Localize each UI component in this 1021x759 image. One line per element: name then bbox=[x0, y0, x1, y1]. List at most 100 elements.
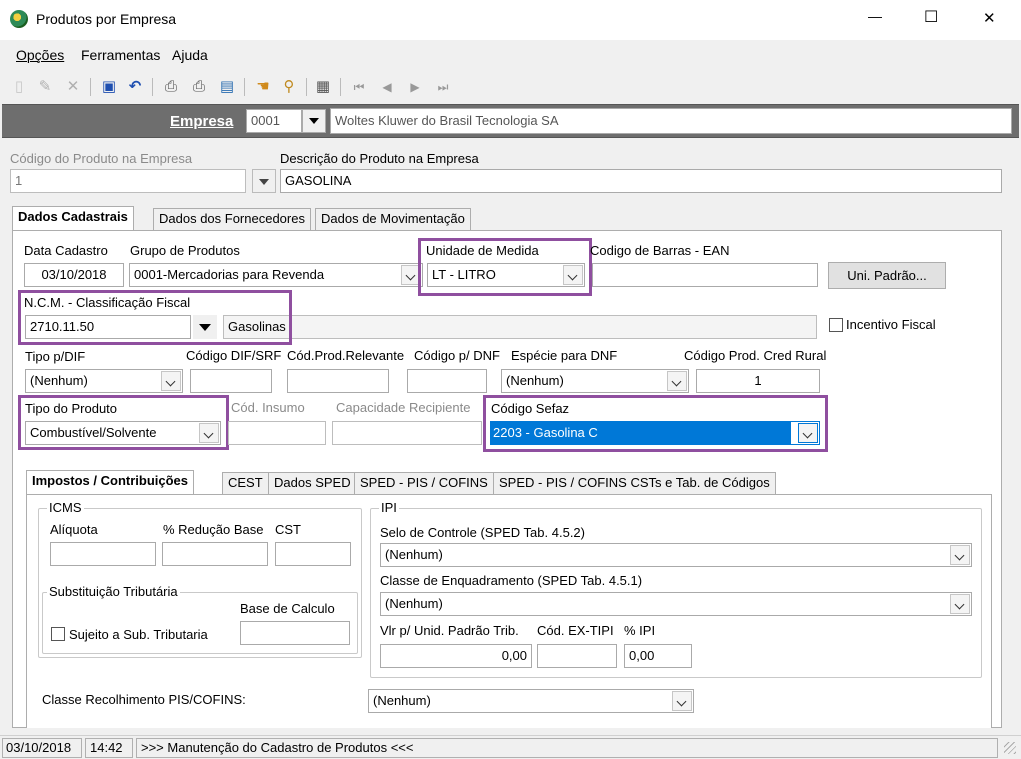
toolbar-separator bbox=[306, 78, 307, 96]
cst-field[interactable] bbox=[275, 542, 351, 566]
incentivo-fiscal-checkbox[interactable] bbox=[829, 318, 843, 332]
pct-ipi-field[interactable]: 0,00 bbox=[624, 644, 692, 668]
icms-caption: ICMS bbox=[47, 500, 84, 515]
status-date: 03/10/2018 bbox=[2, 738, 82, 758]
toolbar-separator bbox=[244, 78, 245, 96]
status-bar: 03/10/2018 14:42 >>> Manutenção do Cadas… bbox=[0, 735, 1021, 759]
close-button[interactable]: ✕ bbox=[983, 9, 996, 27]
especie-dnf-label: Espécie para DNF bbox=[511, 348, 618, 363]
status-time: 14:42 bbox=[85, 738, 133, 758]
undo-icon[interactable]: ↶ bbox=[124, 76, 146, 98]
tab-cest[interactable]: CEST bbox=[222, 472, 269, 494]
menu-bar: Opções Ferramentas Ajuda bbox=[0, 40, 1021, 68]
descricao-produto-field[interactable]: GASOLINA bbox=[280, 169, 1002, 193]
reducao-base-field[interactable] bbox=[162, 542, 268, 566]
tab-dados-sped[interactable]: Dados SPED bbox=[268, 472, 357, 494]
codigo-dnf-field[interactable] bbox=[407, 369, 487, 393]
tab-sped-pis-cofins-csts[interactable]: SPED - PIS / COFINS CSTs e Tab. de Códig… bbox=[493, 472, 776, 494]
tipo-dif-value: (Nenhum) bbox=[30, 373, 88, 388]
status-message: >>> Manutenção do Cadastro de Produtos <… bbox=[136, 738, 998, 758]
title-bar: Produtos por Empresa — ☐ ✕ bbox=[0, 0, 1021, 40]
pis-cofins-select[interactable]: (Nenhum) bbox=[368, 689, 694, 713]
sujeito-sub-tributaria-checkbox[interactable] bbox=[51, 627, 65, 641]
capacidade-recipiente-label: Capacidade Recipiente bbox=[336, 400, 471, 415]
menu-ajuda[interactable]: Ajuda bbox=[172, 47, 208, 63]
selo-controle-label: Selo de Controle (SPED Tab. 4.5.2) bbox=[380, 525, 585, 540]
chevron-down-icon bbox=[563, 265, 583, 285]
tab-dados-fornecedores[interactable]: Dados dos Fornecedores bbox=[153, 208, 311, 230]
find-icon[interactable]: ⚲ bbox=[278, 76, 300, 98]
properties-icon[interactable]: ▦ bbox=[312, 76, 334, 98]
cod-prod-relevante-field[interactable] bbox=[287, 369, 389, 393]
classe-enquadramento-select[interactable]: (Nenhum) bbox=[380, 592, 972, 616]
codigo-sefaz-value: 2203 - Gasolina C bbox=[491, 422, 791, 444]
ncm-field[interactable]: 2710.11.50 bbox=[25, 315, 191, 339]
pis-cofins-label: Classe Recolhimento PIS/COFINS: bbox=[42, 692, 246, 707]
new-doc-icon[interactable]: ▯ bbox=[8, 76, 30, 98]
menu-ferramentas[interactable]: Ferramentas bbox=[81, 47, 160, 63]
grupo-produtos-select[interactable]: 0001-Mercadorias para Revenda bbox=[129, 263, 423, 287]
classe-enquadramento-label: Classe de Enquadramento (SPED Tab. 4.5.1… bbox=[380, 573, 643, 588]
codigo-dif-field[interactable] bbox=[190, 369, 272, 393]
selo-controle-select[interactable]: (Nenhum) bbox=[380, 543, 972, 567]
especie-dnf-value: (Nenhum) bbox=[506, 373, 564, 388]
export-icon[interactable]: ▤ bbox=[216, 76, 238, 98]
ipi-caption: IPI bbox=[379, 500, 399, 515]
chevron-down-icon bbox=[667, 371, 687, 391]
save-icon[interactable]: ▣ bbox=[98, 76, 120, 98]
ex-tipi-field[interactable] bbox=[537, 644, 617, 668]
last-record-icon[interactable]: ⏭ bbox=[432, 76, 454, 98]
unidade-medida-select[interactable]: LT - LITRO bbox=[427, 263, 585, 287]
tab-impostos-contribuicoes[interactable]: Impostos / Contribuições bbox=[26, 470, 195, 494]
empresa-name-field: Woltes Kluwer do Brasil Tecnologia SA bbox=[330, 108, 1012, 134]
print-icon[interactable]: ⎙ bbox=[160, 76, 182, 98]
maximize-button[interactable]: ☐ bbox=[924, 7, 938, 27]
ean-field[interactable] bbox=[592, 263, 818, 287]
empresa-dropdown-button[interactable] bbox=[302, 109, 326, 133]
search-hand-icon[interactable]: ☚ bbox=[252, 76, 274, 98]
aliquota-label: Alíquota bbox=[50, 522, 98, 537]
data-cadastro-field[interactable]: 03/10/2018 bbox=[24, 263, 124, 287]
tab-sped-pis-cofins[interactable]: SPED - PIS / COFINS bbox=[354, 472, 494, 494]
cod-cred-rural-field[interactable]: 1 bbox=[696, 369, 820, 393]
ncm-label: N.C.M. - Classificação Fiscal bbox=[24, 295, 191, 310]
vlr-unid-padrao-field[interactable]: 0,00 bbox=[380, 644, 532, 668]
tab-dados-cadastrais[interactable]: Dados Cadastrais bbox=[12, 206, 134, 230]
aliquota-field[interactable] bbox=[50, 542, 156, 566]
codigo-produto-field[interactable]: 1 bbox=[10, 169, 246, 193]
uni-padrao-button[interactable]: Uni. Padrão... bbox=[828, 262, 946, 289]
minimize-button[interactable]: — bbox=[868, 8, 882, 24]
substituicao-caption: Substituição Tributária bbox=[47, 584, 180, 599]
first-record-icon[interactable]: ⏮ bbox=[348, 76, 370, 98]
cod-prod-relevante-label: Cód.Prod.Relevante bbox=[287, 348, 405, 363]
tab-dados-movimentacao[interactable]: Dados de Movimentação bbox=[315, 208, 471, 230]
sujeito-sub-tributaria-label: Sujeito a Sub. Tributaria bbox=[69, 627, 208, 642]
empresa-label: Empresa bbox=[170, 113, 234, 130]
delete-icon[interactable]: ✕ bbox=[62, 76, 84, 98]
toolbar-separator bbox=[152, 78, 153, 96]
menu-opcoes[interactable]: Opções bbox=[16, 47, 64, 63]
uni-padrao-label: Uni. Padrão... bbox=[847, 268, 927, 283]
ean-label: Codigo de Barras - EAN bbox=[590, 243, 730, 258]
tipo-produto-select[interactable]: Combustível/Solvente bbox=[25, 421, 221, 445]
codigo-sefaz-select[interactable]: 2203 - Gasolina C bbox=[490, 421, 820, 445]
especie-dnf-select[interactable]: (Nenhum) bbox=[501, 369, 689, 393]
codigo-produto-dropdown[interactable] bbox=[252, 169, 276, 193]
chevron-down-icon bbox=[950, 594, 970, 614]
codigo-produto-label: Código do Produto na Empresa bbox=[10, 151, 193, 166]
prev-record-icon[interactable]: ◀ bbox=[376, 76, 398, 98]
ncm-description-field: Gasolinas bbox=[223, 315, 817, 339]
data-cadastro-label: Data Cadastro bbox=[24, 243, 108, 258]
print-preview-icon[interactable]: ⎙ bbox=[188, 76, 210, 98]
ncm-dropdown-button[interactable] bbox=[193, 315, 217, 339]
toolbar bbox=[0, 68, 1021, 104]
base-calculo-field[interactable] bbox=[240, 621, 350, 645]
next-record-icon[interactable]: ▶ bbox=[404, 76, 426, 98]
tipo-dif-select[interactable]: (Nenhum) bbox=[25, 369, 183, 393]
selo-controle-value: (Nenhum) bbox=[385, 547, 443, 562]
toolbar-separator bbox=[340, 78, 341, 96]
empresa-code-field[interactable]: 0001 bbox=[246, 109, 302, 133]
edit-icon[interactable]: ✎ bbox=[34, 76, 56, 98]
resize-grip-icon[interactable] bbox=[1004, 742, 1016, 754]
codigo-dif-label: Código DIF/SRF bbox=[186, 348, 282, 363]
